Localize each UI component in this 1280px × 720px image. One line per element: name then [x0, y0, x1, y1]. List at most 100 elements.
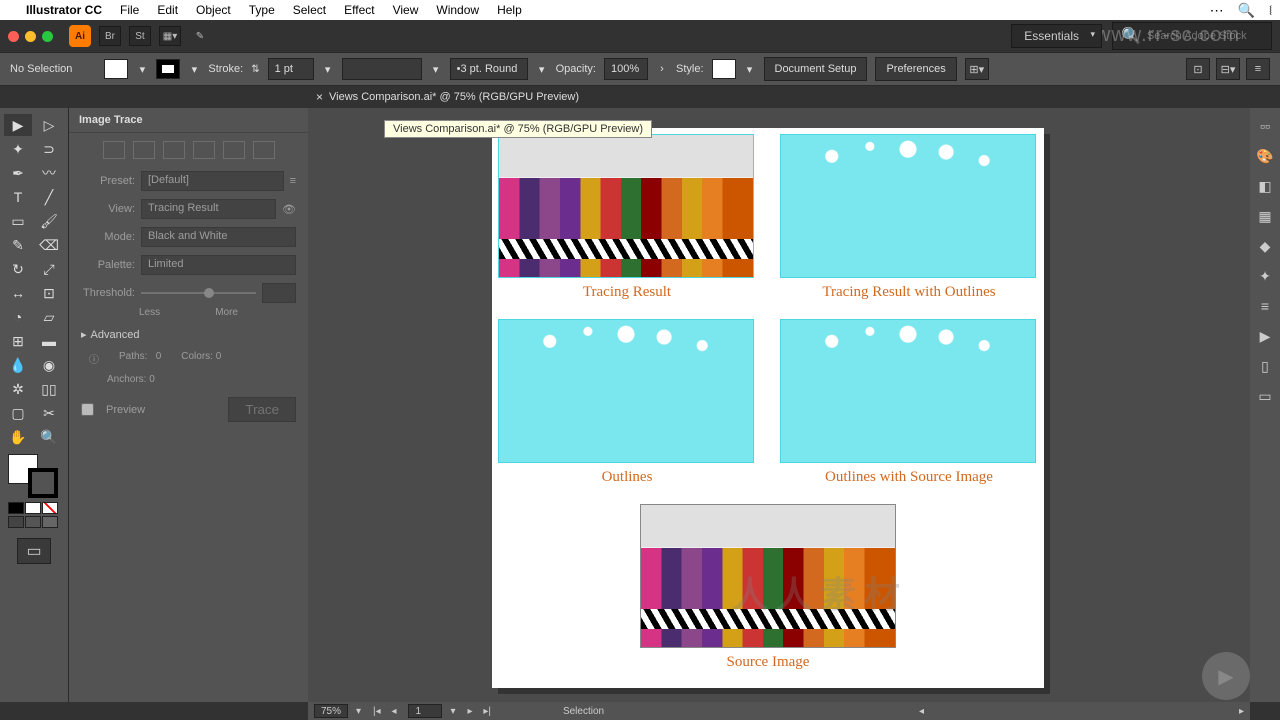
preview-checkbox[interactable]	[81, 403, 94, 416]
paintbrush-tool[interactable]: 🖌	[35, 210, 63, 232]
width-tool[interactable]: ↔	[4, 282, 32, 304]
panel-menu-icon[interactable]: ≡	[1246, 58, 1270, 80]
threshold-value[interactable]	[262, 283, 296, 303]
color-guide-icon[interactable]: ◧	[1255, 176, 1275, 196]
draw-behind-icon[interactable]	[25, 516, 41, 528]
hand-tool[interactable]: ✋	[4, 426, 32, 448]
first-artboard-button[interactable]: |◂	[369, 706, 385, 717]
preset-menu-icon[interactable]: ≡	[290, 175, 296, 187]
scroll-left-icon[interactable]: ◂	[919, 706, 924, 717]
curvature-tool[interactable]: 〰	[35, 162, 63, 184]
swatches-icon[interactable]: ▦	[1255, 206, 1275, 226]
shape-builder-tool[interactable]: ◔	[4, 306, 32, 328]
scale-tool[interactable]: ⤢	[35, 258, 63, 280]
play-panel-icon[interactable]: ▶	[1255, 326, 1275, 346]
stroke-dropdown-icon[interactable]: ▾	[188, 63, 200, 76]
view-dropdown[interactable]: Tracing Result	[141, 199, 276, 219]
draw-inside-icon[interactable]	[42, 516, 58, 528]
gradient-tool[interactable]: ▬	[35, 330, 63, 352]
menu-view[interactable]: View	[393, 3, 419, 17]
eraser-tool[interactable]: ⌫	[35, 234, 63, 256]
layers-icon[interactable]: ▯	[1255, 356, 1275, 376]
preset-bw-icon[interactable]	[253, 141, 275, 159]
zoom-level[interactable]: 75%	[314, 704, 348, 718]
menu-window[interactable]: Window	[436, 3, 479, 17]
menu-type[interactable]: Type	[249, 3, 275, 17]
stock-button[interactable]: St	[129, 26, 151, 46]
threshold-slider[interactable]	[141, 292, 256, 294]
minimize-window-button[interactable]	[25, 31, 36, 42]
document-tab[interactable]: Views Comparison.ai* @ 75% (RGB/GPU Prev…	[329, 91, 579, 103]
gradient-mode-icon[interactable]	[25, 502, 41, 514]
opacity-dropdown-icon[interactable]: ›	[656, 63, 668, 75]
color-mode-icon[interactable]	[8, 502, 24, 514]
menu-file[interactable]: File	[120, 3, 139, 17]
video-play-button[interactable]: ▶	[1202, 652, 1250, 700]
lasso-tool[interactable]: ⊃	[35, 138, 63, 160]
libraries-icon[interactable]: ▫▫	[1255, 116, 1275, 136]
none-mode-icon[interactable]	[42, 502, 58, 514]
menu-object[interactable]: Object	[196, 3, 231, 17]
pen-tool[interactable]: ✒	[4, 162, 32, 184]
rotate-tool[interactable]: ↻	[4, 258, 32, 280]
slice-tool[interactable]: ✂	[35, 402, 63, 424]
brush-dropdown-icon[interactable]: ▾	[536, 63, 548, 76]
next-artboard-button[interactable]: ▸	[464, 706, 477, 717]
menu-select[interactable]: Select	[293, 3, 326, 17]
bridge-button[interactable]: Br	[99, 26, 121, 46]
canvas-area[interactable]: Views Comparison.ai* @ 75% (RGB/GPU Prev…	[308, 108, 1280, 702]
stroke-panel-icon[interactable]: ≡	[1255, 296, 1275, 316]
prev-artboard-button[interactable]: ◂	[387, 706, 400, 717]
artboard-dropdown-icon[interactable]: ▾	[450, 706, 455, 717]
fill-swatch[interactable]	[104, 59, 128, 79]
artboards-icon[interactable]: ▭	[1255, 386, 1275, 406]
color-icon[interactable]: 🎨	[1255, 146, 1275, 166]
workspace-switcher[interactable]: Essentials	[1011, 24, 1102, 48]
brushes-icon[interactable]: ◆	[1255, 236, 1275, 256]
preset-6color-icon[interactable]	[223, 141, 245, 159]
brush-definition[interactable]: • 3 pt. Round	[450, 58, 528, 80]
stroke-stepper[interactable]: ⇅	[251, 64, 259, 75]
spotlight-icon[interactable]: 🔍	[1238, 2, 1255, 19]
close-tab-button[interactable]: ×	[316, 90, 323, 104]
zoom-tool[interactable]: 🔍	[35, 426, 63, 448]
perspective-tool[interactable]: ▱	[35, 306, 63, 328]
preset-low-icon[interactable]	[163, 141, 185, 159]
fill-dropdown-icon[interactable]: ▾	[136, 63, 148, 76]
menuextra-icon[interactable]: ⋯	[1210, 2, 1224, 19]
type-tool[interactable]: T	[4, 186, 32, 208]
view-eye-icon[interactable]: 👁	[282, 203, 296, 216]
symbols-icon[interactable]: ✦	[1255, 266, 1275, 286]
stroke-swatch[interactable]	[156, 59, 180, 79]
last-artboard-button[interactable]: ▸|	[479, 706, 495, 717]
isolate-mode-icon[interactable]: ⊟▾	[1216, 58, 1240, 80]
advanced-toggle[interactable]: ▸ Advanced	[69, 322, 308, 347]
palette-dropdown[interactable]: Limited	[141, 255, 296, 275]
draw-normal-icon[interactable]	[8, 516, 24, 528]
style-dropdown-icon[interactable]: ▾	[744, 63, 756, 76]
blend-tool[interactable]: ◉	[35, 354, 63, 376]
symbol-sprayer-tool[interactable]: ✲	[4, 378, 32, 400]
gpu-icon[interactable]: ✎	[189, 26, 211, 46]
zoom-dropdown-icon[interactable]: ▾	[356, 706, 361, 717]
artboard-tool[interactable]: ▢	[4, 402, 32, 424]
selection-tool[interactable]: ▶	[4, 114, 32, 136]
arrange-docs-button[interactable]: ▦▾	[159, 26, 181, 46]
stroke-color[interactable]	[28, 468, 58, 498]
shaper-tool[interactable]: ✎	[4, 234, 32, 256]
rectangle-tool[interactable]: ▭	[4, 210, 32, 232]
menu-help[interactable]: Help	[497, 3, 522, 17]
mesh-tool[interactable]: ⊞	[4, 330, 32, 352]
magic-wand-tool[interactable]: ✦	[4, 138, 32, 160]
variable-width-profile[interactable]	[342, 58, 422, 80]
line-tool[interactable]: ╱	[35, 186, 63, 208]
opacity-field[interactable]: 100%	[604, 58, 648, 80]
menu-edit[interactable]: Edit	[157, 3, 178, 17]
profile-dropdown-icon[interactable]: ▾	[430, 63, 442, 76]
preset-dropdown[interactable]: [Default]	[141, 171, 284, 191]
style-swatch[interactable]	[712, 59, 736, 79]
stroke-weight-dropdown-icon[interactable]: ▾	[322, 63, 334, 76]
direct-selection-tool[interactable]: ▷	[35, 114, 63, 136]
scroll-right-icon[interactable]: ▸	[1239, 706, 1244, 717]
preset-high-icon[interactable]	[133, 141, 155, 159]
